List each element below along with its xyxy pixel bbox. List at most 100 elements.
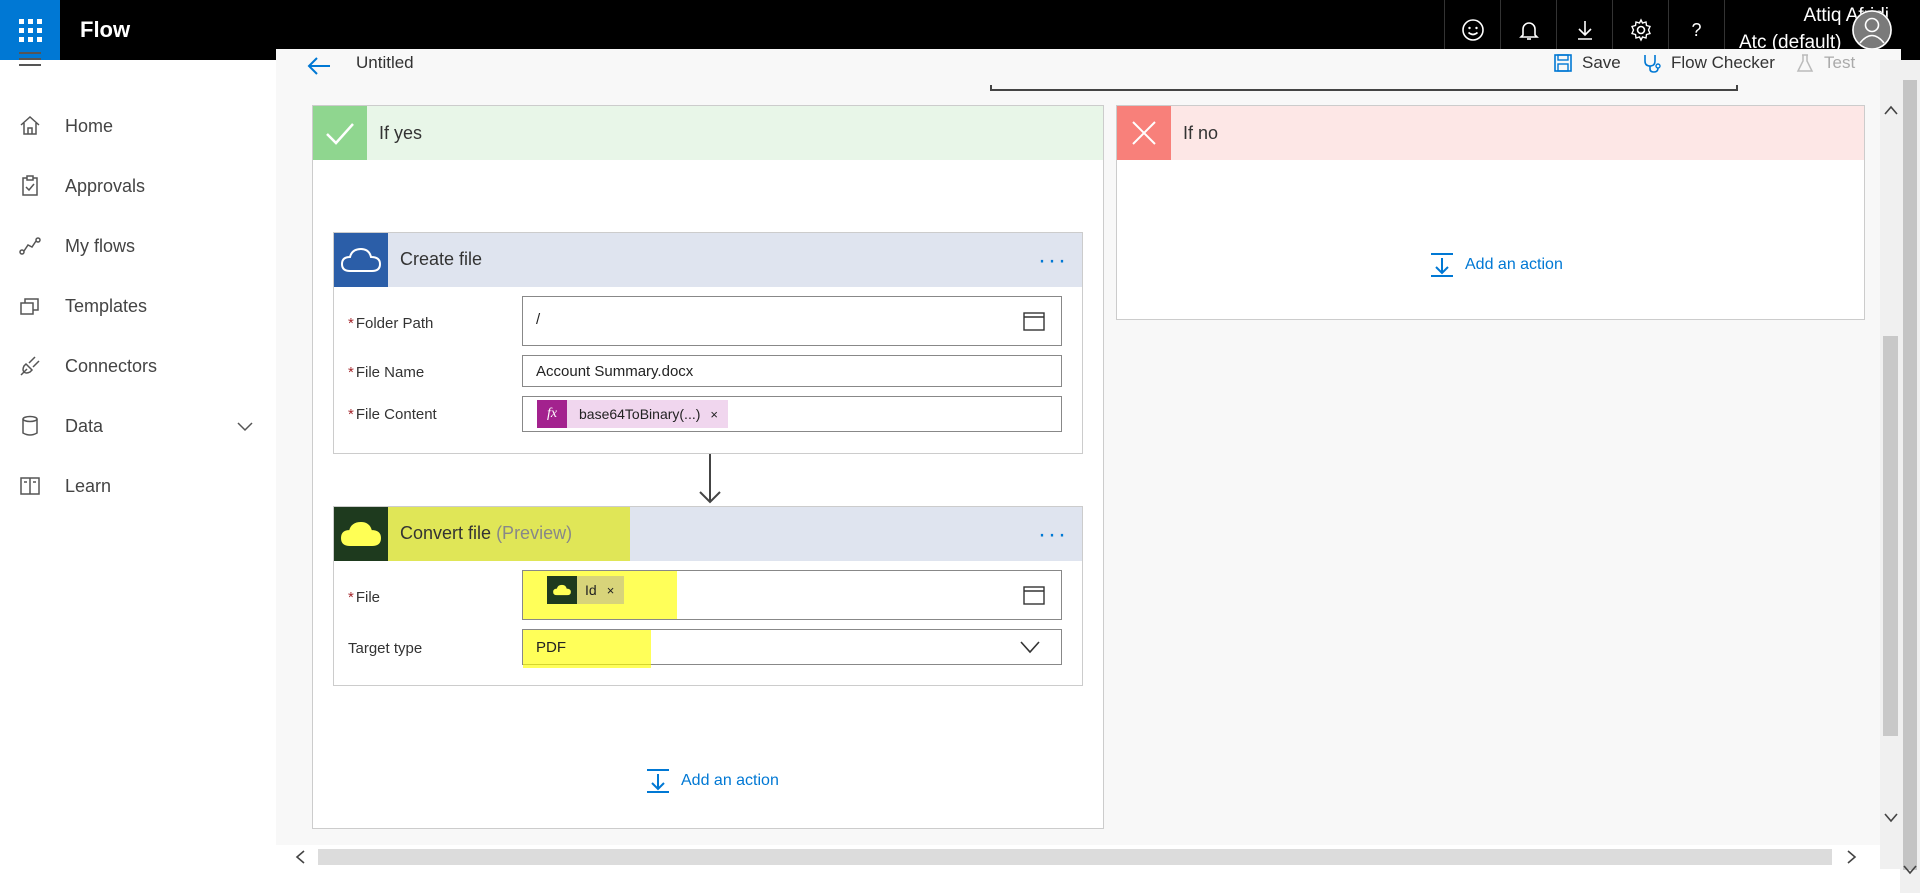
database-icon: [22, 415, 38, 436]
convert-file-card: Convert file (Preview) ··· * File Id × Ta…: [333, 506, 1083, 686]
if-yes-branch: If yes Create file ··· * Folder Path / * F…: [312, 105, 1104, 829]
horizontal-scroll-thumb[interactable]: [318, 849, 1832, 865]
flask-icon: [1796, 54, 1814, 72]
checkmark-icon: [313, 106, 367, 160]
file-name-field[interactable]: Account Summary.docx: [522, 355, 1062, 387]
chevron-down-icon: [1020, 641, 1040, 654]
app-name[interactable]: Flow: [80, 17, 130, 43]
smiley-icon: [1461, 19, 1484, 41]
vertical-scroll-thumb[interactable]: [1883, 336, 1898, 736]
home-icon: [20, 115, 40, 135]
preview-label: (Preview): [496, 523, 573, 543]
sidebar-item-approvals[interactable]: Approvals: [0, 162, 276, 210]
file-name-label: * File Name: [348, 364, 425, 381]
create-file-title: Create file: [400, 249, 483, 269]
sidebar-item-templates[interactable]: Templates: [0, 282, 276, 330]
sidebar-item-label: Home: [65, 115, 114, 136]
onedrive-icon: [334, 233, 388, 287]
page-scroll-thumb[interactable]: [1903, 80, 1917, 870]
target-type-value: PDF: [536, 639, 566, 656]
convert-file-header[interactable]: Convert file (Preview) ···: [334, 507, 1082, 561]
sidebar: Home Approvals My flows Templates Connec…: [0, 52, 276, 893]
id-token-label: Id: [585, 582, 597, 598]
onedrive-icon: [334, 507, 388, 561]
page-vertical-scrollbar[interactable]: [1900, 60, 1920, 893]
flow-checker-button[interactable]: Flow Checker: [1641, 53, 1775, 73]
test-button[interactable]: Test: [1796, 53, 1855, 73]
add-action-label: Add an action: [681, 772, 779, 789]
id-token[interactable]: Id ×: [547, 576, 625, 604]
file-label: * File: [348, 589, 381, 606]
folder-path-label: * Folder Path: [348, 315, 434, 332]
add-action-button-no[interactable]: Add an action: [1429, 252, 1563, 278]
app-launcher-button[interactable]: [0, 0, 60, 60]
if-no-header[interactable]: If no: [1117, 106, 1864, 160]
add-action-button-yes[interactable]: Add an action: [645, 768, 779, 794]
close-icon: [1117, 106, 1171, 160]
horizontal-scrollbar[interactable]: [276, 845, 1882, 869]
flow-icon: [19, 237, 41, 255]
file-content-label: * File Content: [348, 406, 437, 423]
expression-token[interactable]: fx base64ToBinary(...) ×: [537, 400, 728, 428]
if-yes-header[interactable]: If yes: [313, 106, 1103, 160]
if-no-title: If no: [1183, 123, 1219, 143]
sidebar-item-label: My flows: [65, 235, 136, 256]
scroll-right-icon[interactable]: [1846, 850, 1858, 864]
chevron-down-icon[interactable]: [236, 417, 254, 435]
command-bar: Untitled Save Flow Checker Test: [276, 49, 1901, 85]
condition-card-bottom: [990, 85, 1738, 91]
sidebar-item-connectors[interactable]: Connectors: [0, 342, 276, 390]
function-icon: fx: [537, 400, 567, 428]
folder-path-field[interactable]: /: [522, 296, 1062, 346]
file-name-value: Account Summary.docx: [536, 363, 694, 380]
save-button[interactable]: Save: [1554, 53, 1621, 73]
sidebar-item-home[interactable]: Home: [0, 102, 276, 150]
clipboard-icon: [22, 175, 38, 196]
sidebar-item-learn[interactable]: Learn: [0, 462, 276, 510]
person-icon: [1852, 10, 1892, 50]
if-yes-title: If yes: [379, 123, 423, 143]
sidebar-item-data[interactable]: Data: [0, 402, 276, 450]
page-scroll-down-icon[interactable]: [1903, 864, 1917, 876]
target-type-dropdown[interactable]: PDF: [522, 629, 1062, 668]
scroll-down-icon[interactable]: [1884, 812, 1898, 824]
canvas-vertical-scrollbar[interactable]: [1880, 60, 1901, 869]
gear-icon: [1630, 18, 1651, 42]
onedrive-icon: [547, 576, 577, 604]
flow-canvas: If yes Create file ··· * Folder Path / * F…: [276, 85, 1882, 845]
scroll-left-icon[interactable]: [294, 850, 306, 864]
sidebar-item-label: Templates: [65, 295, 148, 316]
test-label: Test: [1824, 53, 1856, 72]
sidebar-item-label: Learn: [65, 475, 112, 496]
remove-token-icon[interactable]: ×: [607, 583, 615, 598]
save-icon: [1554, 54, 1572, 72]
save-label: Save: [1582, 53, 1621, 72]
sidebar-item-label: Data: [65, 415, 104, 436]
sidebar-item-label: Connectors: [65, 355, 158, 376]
plug-icon: [20, 356, 40, 376]
file-field[interactable]: Id ×: [522, 570, 1062, 620]
templates-icon: [20, 298, 39, 315]
flow-checker-label: Flow Checker: [1671, 53, 1775, 72]
back-arrow-icon[interactable]: [306, 55, 332, 77]
remove-token-icon[interactable]: ×: [710, 407, 718, 422]
book-icon: [20, 477, 40, 495]
more-options-icon[interactable]: ···: [1038, 247, 1068, 275]
flow-title[interactable]: Untitled: [356, 53, 414, 73]
add-action-icon: [647, 769, 669, 793]
avatar[interactable]: [1852, 10, 1892, 50]
scroll-up-icon[interactable]: [1884, 104, 1898, 116]
sidebar-item-my-flows[interactable]: My flows: [0, 222, 276, 270]
file-content-field[interactable]: fx base64ToBinary(...) ×: [522, 396, 1062, 432]
target-type-label: Target type: [348, 640, 423, 657]
create-file-header[interactable]: Create file ···: [334, 233, 1082, 287]
folder-icon[interactable]: [1023, 585, 1045, 605]
bell-icon: [1518, 22, 1539, 40]
waffle-icon: [18, 18, 42, 42]
more-options-icon[interactable]: ···: [1038, 521, 1068, 549]
expression-token-label: base64ToBinary(...): [579, 406, 701, 422]
convert-file-title: Convert file (Preview): [400, 523, 573, 543]
hamburger-menu-button[interactable]: [19, 52, 41, 66]
folder-icon[interactable]: [1023, 311, 1045, 331]
download-icon: [1577, 21, 1592, 40]
